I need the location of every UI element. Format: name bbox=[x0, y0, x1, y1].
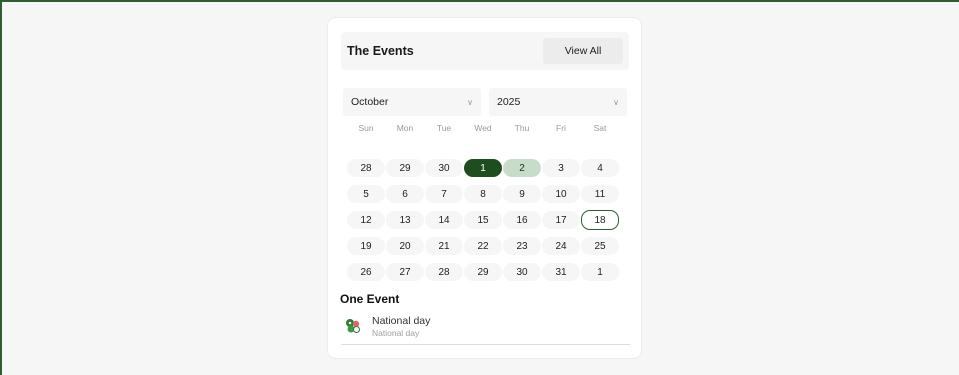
events-calendar-card: The Events View All October ∨ 2025 ∨ Sun… bbox=[328, 18, 641, 358]
year-select-value: 2025 bbox=[497, 96, 521, 108]
weekday-label: Tue bbox=[436, 123, 452, 133]
calendar-day[interactable]: 12 bbox=[347, 211, 385, 229]
weekday-label: Mon bbox=[396, 123, 414, 133]
page-frame: The Events View All October ∨ 2025 ∨ Sun… bbox=[0, 0, 959, 375]
calendar-day[interactable]: 26 bbox=[347, 263, 385, 281]
calendar-day[interactable]: 22 bbox=[464, 237, 502, 255]
event-title: National day bbox=[372, 315, 431, 327]
calendar-day[interactable]: 24 bbox=[542, 237, 580, 255]
weekday-label: Wed bbox=[474, 123, 492, 133]
calendar-day[interactable]: 16 bbox=[503, 211, 541, 229]
month-select[interactable]: October ∨ bbox=[343, 88, 481, 116]
calendar-day[interactable]: 30 bbox=[425, 159, 463, 177]
year-select[interactable]: 2025 ∨ bbox=[489, 88, 627, 116]
calendar-day[interactable]: 28 bbox=[347, 159, 385, 177]
weekday-header: Sun Mon Tue Wed Thu Fri Sat bbox=[348, 123, 622, 137]
calendar-day[interactable]: 25 bbox=[581, 237, 619, 255]
calendar-day[interactable]: 7 bbox=[425, 185, 463, 203]
chevron-down-icon: ∨ bbox=[467, 97, 473, 107]
calendar-day[interactable]: 31 bbox=[542, 263, 580, 281]
calendar-day[interactable]: 2 bbox=[503, 159, 541, 177]
calendar-day[interactable]: 13 bbox=[386, 211, 424, 229]
calendar-day[interactable]: 29 bbox=[386, 159, 424, 177]
calendar-day[interactable]: 6 bbox=[386, 185, 424, 203]
events-heading: One Event bbox=[340, 292, 400, 306]
month-select-value: October bbox=[351, 96, 389, 108]
events-title: The Events bbox=[347, 44, 414, 58]
calendar-day[interactable]: 10 bbox=[542, 185, 580, 203]
calendar-day[interactable]: 5 bbox=[347, 185, 385, 203]
calendar-day[interactable]: 11 bbox=[581, 185, 619, 203]
view-all-button[interactable]: View All bbox=[543, 38, 623, 64]
calendar-day[interactable]: 19 bbox=[347, 237, 385, 255]
calendar-day[interactable]: 15 bbox=[464, 211, 502, 229]
weekday-label: Thu bbox=[514, 123, 530, 133]
date-selectors: October ∨ 2025 ∨ bbox=[343, 88, 627, 118]
calendar-day[interactable]: 23 bbox=[503, 237, 541, 255]
calendar-grid: 28 29 30 1 2 3 4 5 6 7 8 9 10 11 12 13 14 15 16 17 18 19 20 21 2… bbox=[347, 159, 622, 285]
calendar-day[interactable]: 30 bbox=[503, 263, 541, 281]
calendar-day[interactable]: 1 bbox=[464, 159, 502, 177]
calendar-day[interactable]: 20 bbox=[386, 237, 424, 255]
calendar-day[interactable]: 27 bbox=[386, 263, 424, 281]
calendar-day[interactable]: 21 bbox=[425, 237, 463, 255]
calendar-day[interactable]: 9 bbox=[503, 185, 541, 203]
weekday-label: Fri bbox=[556, 123, 566, 133]
divider bbox=[341, 344, 630, 345]
weekday-label: Sat bbox=[593, 123, 607, 133]
calendar-day[interactable]: 28 bbox=[425, 263, 463, 281]
chevron-down-icon: ∨ bbox=[613, 97, 619, 107]
calendar-day[interactable]: 29 bbox=[464, 263, 502, 281]
calendar-day[interactable]: 8 bbox=[464, 185, 502, 203]
calendar-day[interactable]: 18 bbox=[581, 210, 619, 230]
weekday-label: Sun bbox=[358, 123, 374, 133]
calendar-day[interactable]: 3 bbox=[542, 159, 580, 177]
calendar-day[interactable]: 4 bbox=[581, 159, 619, 177]
calendar-day[interactable]: 1 bbox=[581, 263, 619, 281]
event-item[interactable]: National day National day bbox=[342, 314, 630, 340]
national-day-icon bbox=[346, 319, 360, 333]
calendar-day[interactable]: 17 bbox=[542, 211, 580, 229]
event-subtitle: National day bbox=[372, 328, 420, 338]
calendar-day[interactable]: 14 bbox=[425, 211, 463, 229]
card-header: The Events View All bbox=[341, 32, 629, 70]
